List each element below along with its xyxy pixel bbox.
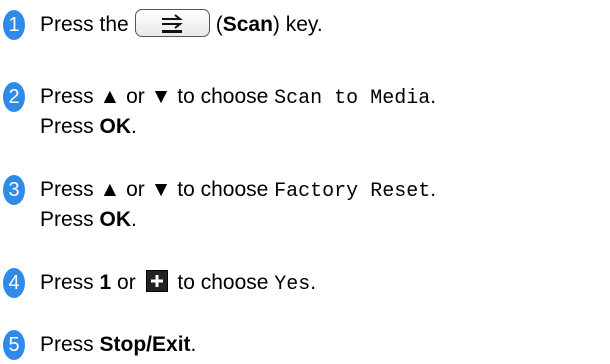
ok-key: OK bbox=[99, 208, 132, 231]
menu-option: Factory Reset bbox=[274, 180, 431, 203]
step-number-badge: 1 bbox=[3, 10, 25, 40]
menu-option: Scan to Media bbox=[274, 87, 431, 110]
text-segment: Press bbox=[40, 271, 100, 294]
step-text: Press Stop/Exit. bbox=[40, 330, 196, 360]
stop-exit-key: Stop/Exit bbox=[99, 333, 191, 356]
step-text-line2: Press OK. bbox=[40, 112, 137, 142]
text-segment: Press the bbox=[40, 13, 129, 36]
text-segment: . bbox=[190, 333, 197, 356]
text-segment: . bbox=[131, 115, 137, 138]
text-segment: ) key. bbox=[272, 13, 323, 36]
key-name: Scan bbox=[222, 13, 273, 36]
text-segment: . bbox=[310, 271, 317, 294]
key-one: 1 bbox=[99, 271, 112, 294]
scan-icon bbox=[162, 14, 184, 34]
scan-key-button bbox=[134, 9, 210, 38]
text-segment: Press ▲ or ▼ to choose bbox=[40, 178, 275, 201]
step-text: Press ▲ or ▼ to choose Scan to Media. bbox=[40, 82, 436, 114]
text-segment: Press bbox=[40, 208, 100, 231]
step-number-badge: 3 bbox=[3, 175, 25, 205]
plus-key-icon bbox=[145, 270, 168, 293]
step-number-badge: 2 bbox=[3, 82, 25, 112]
text-segment: Press ▲ or ▼ to choose bbox=[40, 85, 275, 108]
text-segment: Press bbox=[40, 333, 100, 356]
menu-option: Yes bbox=[274, 273, 311, 296]
text-segment: to choose bbox=[171, 271, 275, 294]
text-segment: . bbox=[430, 178, 437, 201]
step-text-line2: Press OK. bbox=[40, 205, 137, 235]
text-segment: Press bbox=[40, 115, 100, 138]
text-segment: ( bbox=[215, 13, 223, 36]
text-segment: . bbox=[131, 208, 137, 231]
step-text: Press 1 or to choose Yes. bbox=[40, 268, 316, 300]
step-number-badge: 5 bbox=[3, 330, 25, 360]
text-segment: . bbox=[430, 85, 437, 108]
text-segment: or bbox=[111, 271, 142, 294]
step-text: Press the (Scan) key. bbox=[40, 9, 323, 40]
ok-key: OK bbox=[99, 115, 132, 138]
step-text: Press ▲ or ▼ to choose Factory Reset. bbox=[40, 175, 436, 207]
step-number-badge: 4 bbox=[3, 268, 25, 298]
